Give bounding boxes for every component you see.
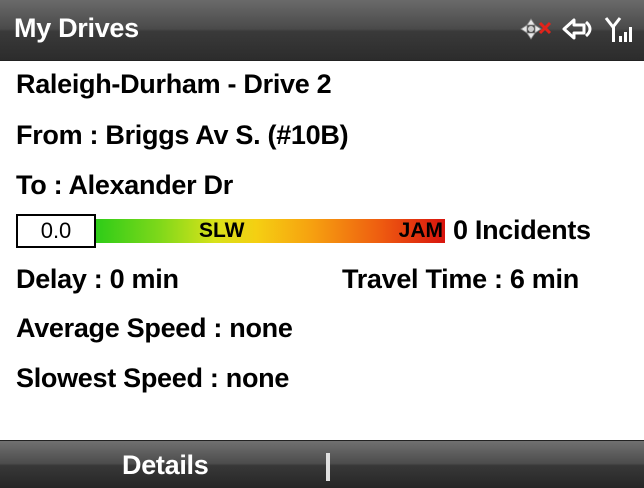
- drive-to: To : Alexander Dr: [16, 170, 233, 200]
- average-speed-text: Average Speed : none: [16, 313, 293, 343]
- slow-label: SLW: [199, 219, 245, 242]
- travel-time-text: Travel Time : 6 min: [342, 264, 579, 294]
- jam-label: JAM: [398, 219, 443, 242]
- drive-name: Raleigh-Durham - Drive 2: [16, 69, 332, 99]
- congestion-gradient-bar: SLW JAM: [96, 219, 445, 243]
- drive-from: From : Briggs Av S. (#10B): [16, 120, 349, 150]
- speed-row: 0.0 SLW JAM 0 Incidents: [16, 214, 626, 248]
- incidents-count: 0 Incidents: [453, 215, 591, 245]
- status-icons: [516, 14, 636, 44]
- page-title: My Drives: [14, 13, 139, 43]
- delay-text: Delay : 0 min: [16, 264, 179, 294]
- slowest-speed-text: Slowest Speed : none: [16, 363, 290, 393]
- signal-strength-icon: [604, 14, 636, 44]
- speed-value-box: 0.0: [16, 214, 96, 248]
- screen: My Drives Raleigh-Durham - Drive 2 From …: [0, 0, 644, 488]
- title-bar: My Drives: [0, 0, 644, 61]
- softkey-bar: Details: [0, 440, 644, 488]
- details-softkey[interactable]: Details: [122, 450, 209, 481]
- connectivity-icon: [558, 14, 598, 44]
- softkey-divider: [326, 453, 330, 481]
